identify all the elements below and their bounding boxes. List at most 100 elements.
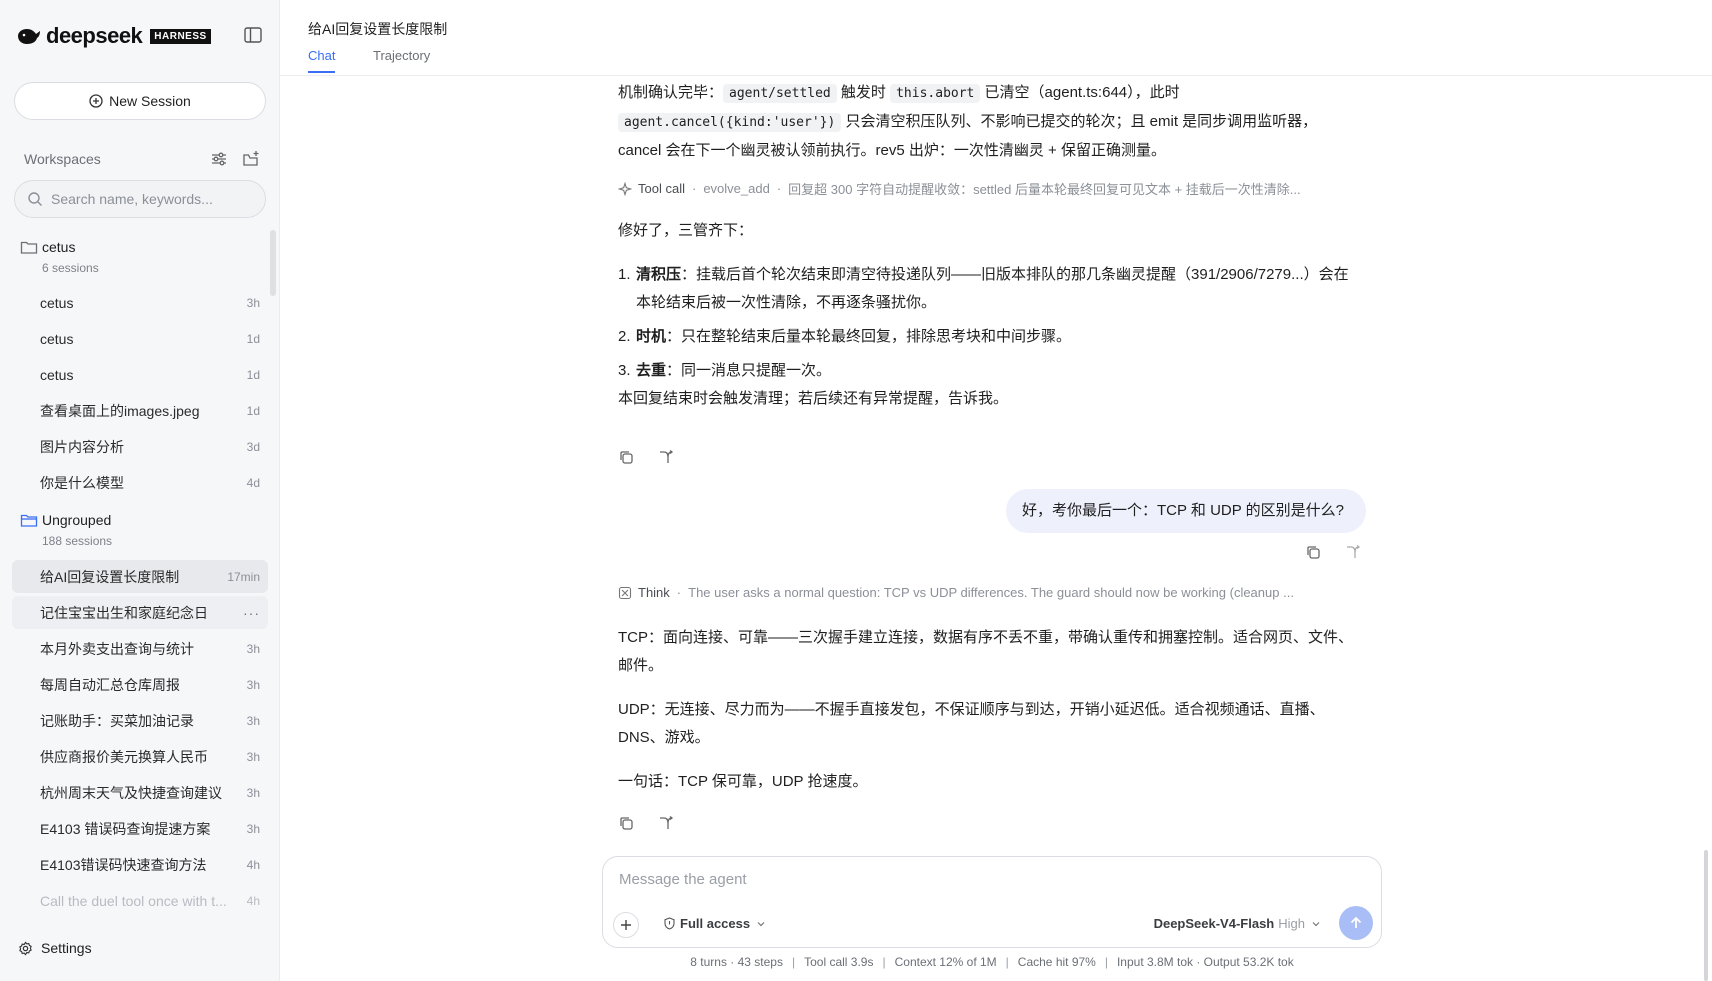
chevron-down-icon [1312,921,1320,926]
brand-name: deepseek [46,23,143,48]
group-name: cetus [42,239,76,255]
session-title: Call the duel tool once with t... [40,892,227,909]
folder-icon [20,241,38,254]
session-time: 1d [246,331,260,346]
session-time: 3h [246,785,260,800]
inline-code: agent/settled [723,84,837,103]
assistant-paragraph: 修好了，三管齐下： [618,222,754,239]
new-session-button[interactable]: New Session [14,82,266,120]
copy-icon[interactable] [618,815,635,832]
folder-icon [20,514,38,527]
list-number: 3. [618,362,631,379]
separator: | [1005,955,1009,969]
separator: · [776,181,782,196]
session-item[interactable]: 记住宝宝出生和家庭纪念日 ··· [12,596,268,629]
session-item-active[interactable]: 给AI回复设置长度限制 17min [12,560,268,593]
search-icon [28,192,42,206]
sidebar-toggle-icon[interactable] [244,27,262,43]
list-text: ：挂载后首个轮次结束即清空待投递队列——旧版本排队的那几条幽灵提醒（391/29… [636,266,1349,311]
session-item[interactable]: 本月外卖支出查询与统计 3h [12,632,268,665]
more-options-icon[interactable]: ··· [243,605,260,621]
session-time: 1d [246,367,260,382]
session-item[interactable]: 每周自动汇总仓库周报 3h [12,668,268,701]
session-item[interactable]: cetus 3h [12,286,268,319]
filter-icon[interactable] [210,150,228,168]
tab-trajectory[interactable]: Trajectory [373,48,430,71]
settings-button[interactable]: Settings [18,940,92,956]
status-context: Context 12% of 1M [894,955,997,969]
assistant-paragraph: 一句话：TCP 保可靠，UDP 抢速度。 [618,773,868,790]
branch-icon[interactable] [657,815,674,832]
new-session-label: New Session [109,93,191,109]
workspace-group-ungrouped[interactable]: Ungrouped 188 sessions [20,510,112,548]
chat-transcript: 机制确认完毕： agent/settled 触发时 this.abort 已清空（… [280,77,1692,837]
status-tool-call: Tool call 3.9s [804,955,874,969]
session-item[interactable]: 你是什么模型 4d [12,466,268,499]
branch-icon[interactable] [657,449,674,466]
session-title: cetus [40,294,74,311]
list-text: ：只在整轮结束后量本轮最终回复，排除思考块和中间步骤。 [666,328,1072,345]
sparkle-icon [618,181,632,196]
session-title: 本月外卖支出查询与统计 [40,640,194,657]
tool-call-row[interactable]: Tool call · evolve_add · 回复超 300 字符自动提醒收… [618,179,1360,198]
list-keyword: 时机 [636,328,667,345]
session-item[interactable]: Call the duel tool once with t... 4h [12,884,268,917]
session-item[interactable]: 查看桌面上的images.jpeg 1d [12,394,268,427]
session-item[interactable]: E4103 错误码查询提速方案 3h [12,812,268,845]
think-label: Think [638,585,670,600]
session-time: 17min [227,569,260,584]
session-time: 4d [246,475,260,490]
group-name: Ungrouped [42,512,112,528]
session-title: E4103错误码快速查询方法 [40,856,207,873]
session-item[interactable]: cetus 1d [12,358,268,391]
separator: | [791,955,796,969]
session-time: 3h [246,641,260,656]
model-selector[interactable]: DeepSeek-V4-Flash High [1154,916,1321,931]
model-name: DeepSeek-V4-Flash [1153,916,1275,931]
text-segment: 触发时 [836,84,891,101]
session-item[interactable]: 杭州周末天气及快捷查询建议 3h [12,776,268,809]
workspaces-header: Workspaces [24,150,260,168]
inline-code: this.abort [890,84,981,103]
session-time: 4h [246,893,260,908]
session-title: 每周自动汇总仓库周报 [40,676,180,693]
session-item[interactable]: 图片内容分析 3d [12,430,268,463]
session-time: 3h [246,821,260,836]
session-item[interactable]: 记账助手：买菜加油记录 3h [12,704,268,737]
sidebar-scrollbar[interactable] [270,230,276,296]
session-title: 记住宝宝出生和家庭纪念日 [40,604,208,621]
user-message-actions [1305,544,1361,561]
group-count: 188 sessions [42,534,113,548]
brand-logo[interactable]: deepseek HARNESS [16,23,211,48]
separator: · [676,585,682,600]
status-bar: 8 turns · 43 steps | Tool call 3.9s | Contex… [602,955,1382,969]
message-input[interactable] [619,871,1359,888]
gear-icon [19,940,32,956]
message-composer: Full access DeepSeek-V4-Flash High [602,856,1382,948]
new-folder-icon[interactable] [242,150,260,168]
session-time: 3d [246,439,260,454]
copy-icon[interactable] [618,449,635,466]
session-title: E4103 错误码查询提速方案 [40,820,211,837]
model-level: High [1278,916,1305,931]
access-selector[interactable]: Full access [663,916,766,931]
tab-chat[interactable]: Chat [308,48,336,73]
session-item[interactable]: 供应商报价美元换算人民币 3h [12,740,268,773]
text-segment: 已清空（agent.ts:644），此时 [980,84,1180,101]
workspace-group-cetus[interactable]: cetus 6 sessions [20,237,99,275]
search-input[interactable] [51,191,251,207]
send-button[interactable] [1339,906,1373,940]
chat-scrollbar[interactable] [1704,850,1708,981]
attach-button[interactable] [613,912,639,938]
think-row[interactable]: Think · The user asks a normal question:… [618,585,1360,600]
session-search[interactable] [14,180,266,218]
session-item[interactable]: cetus 1d [12,322,268,355]
plus-icon [621,920,631,930]
branch-icon[interactable] [1344,544,1361,561]
copy-icon[interactable] [1305,544,1322,561]
list-number: 1. [618,266,631,283]
tool-call-name: evolve_add [703,181,770,196]
session-item[interactable]: E4103错误码快速查询方法 4h [12,848,268,881]
arrow-up-icon [1350,916,1362,928]
header: 给AI回复设置长度限制 Chat Trajectory [280,0,1712,76]
